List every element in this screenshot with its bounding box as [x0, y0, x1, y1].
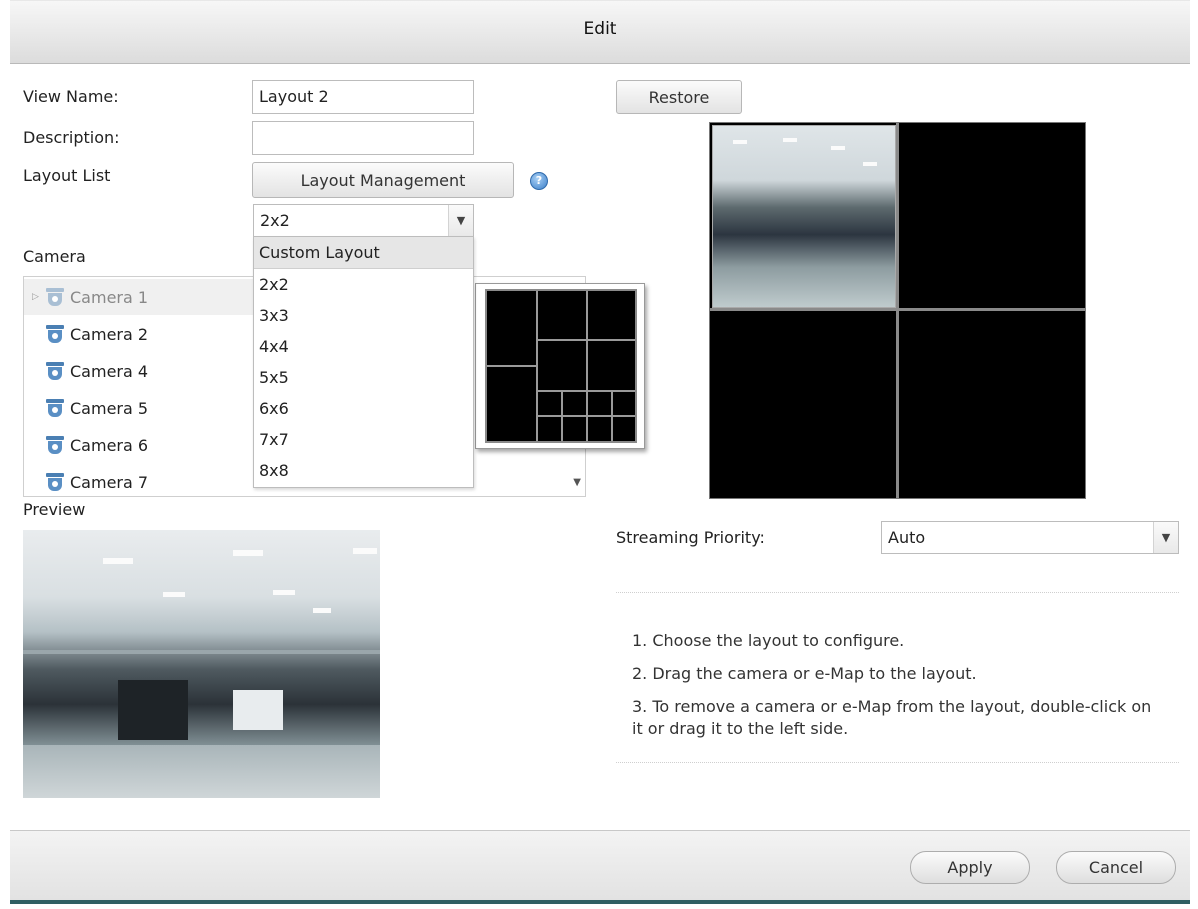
camera-name: Camera 2	[70, 324, 149, 344]
dialog-title-bar: Edit	[10, 0, 1190, 64]
layout-cell[interactable]	[899, 125, 1084, 308]
camera-name: Camera 7	[70, 472, 149, 492]
camera-icon	[46, 325, 64, 343]
dropdown-item-7x7[interactable]: 7x7	[254, 424, 473, 455]
dropdown-item-4x4[interactable]: 4x4	[254, 331, 473, 362]
camera-preview-image	[23, 530, 380, 798]
streaming-priority-select[interactable]: Auto ▼	[881, 521, 1179, 554]
camera-label: Camera	[23, 247, 86, 266]
camera-icon	[46, 288, 64, 306]
camera-name: Camera 1	[70, 287, 149, 307]
layout-select-value: 2x2	[260, 211, 290, 230]
layout-dropdown-menu[interactable]: Custom Layout 2x2 3x3 4x4 5x5 6x6 7x7 8x…	[253, 236, 474, 488]
dropdown-item-8x8[interactable]: 8x8	[254, 455, 473, 486]
camera-icon	[46, 473, 64, 491]
description-label: Description:	[23, 128, 120, 147]
camera-name: Camera 6	[70, 435, 149, 455]
layout-cell[interactable]	[899, 311, 1084, 496]
camera-list-item[interactable]: Camera 2	[24, 316, 254, 352]
layout-management-button[interactable]: Layout Management	[252, 162, 514, 198]
dropdown-item-custom-layout[interactable]: Custom Layout	[254, 237, 473, 269]
streaming-priority-label: Streaming Priority:	[616, 528, 765, 547]
dropdown-item-5x5[interactable]: 5x5	[254, 362, 473, 393]
description-input[interactable]	[252, 121, 474, 155]
custom-layout-grid	[485, 289, 637, 443]
cancel-button[interactable]: Cancel	[1056, 851, 1176, 884]
layout-grid[interactable]	[709, 122, 1086, 499]
layout-list-label: Layout List	[23, 166, 111, 185]
streaming-priority-value: Auto	[888, 528, 926, 547]
view-name-input[interactable]: Layout 2	[252, 80, 474, 114]
dialog-title: Edit	[583, 19, 617, 39]
dropdown-item-6x6[interactable]: 6x6	[254, 393, 473, 424]
apply-button[interactable]: Apply	[910, 851, 1030, 884]
layout-cell[interactable]	[712, 311, 896, 496]
instruction-step-1: 1. Choose the layout to configure.	[632, 631, 905, 650]
dialog-footer: Apply Cancel	[10, 830, 1190, 901]
scroll-down-arrow-icon[interactable]: ▼	[573, 477, 581, 488]
instruction-step-2: 2. Drag the camera or e-Map to the layou…	[632, 664, 977, 683]
camera-list-item[interactable]: Camera 5	[24, 390, 254, 426]
camera-name: Camera 4	[70, 361, 149, 381]
dropdown-item-3x3[interactable]: 3x3	[254, 300, 473, 331]
view-name-label: View Name:	[23, 87, 119, 106]
footer-bottom-bar	[10, 900, 1190, 904]
layout-cell-camera-feed[interactable]	[712, 125, 896, 308]
chevron-down-icon[interactable]: ▼	[1153, 522, 1178, 553]
camera-icon	[46, 399, 64, 417]
camera-list-item[interactable]: Camera 6	[24, 427, 254, 463]
preview-label: Preview	[23, 500, 86, 519]
help-icon[interactable]: ?	[530, 172, 548, 190]
chevron-down-icon[interactable]: ▼	[448, 205, 473, 236]
camera-list-item[interactable]: Camera 4	[24, 353, 254, 389]
expand-triangle-icon[interactable]: ▷	[32, 292, 42, 302]
layout-select[interactable]: 2x2 ▼	[253, 204, 474, 237]
camera-icon	[46, 436, 64, 454]
custom-layout-thumbnail	[475, 283, 645, 449]
restore-button[interactable]: Restore	[616, 80, 742, 114]
camera-icon	[46, 362, 64, 380]
dropdown-item-2x2[interactable]: 2x2	[254, 269, 473, 300]
instruction-step-3: 3. To remove a camera or e-Map from the …	[632, 697, 1152, 738]
camera-list-item[interactable]: Camera 7	[24, 464, 254, 500]
camera-name: Camera 5	[70, 398, 149, 418]
camera-list-item[interactable]: ▷ Camera 1	[24, 279, 254, 315]
